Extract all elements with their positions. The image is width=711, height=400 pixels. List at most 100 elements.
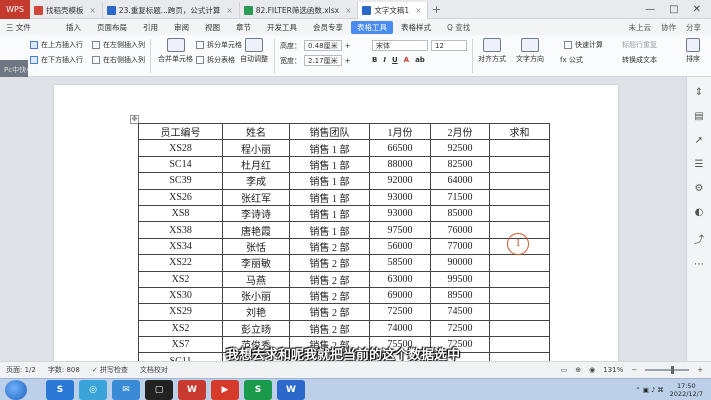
- zoom-out-icon[interactable]: −: [631, 366, 637, 374]
- table-cell[interactable]: 销售 1 部: [289, 204, 370, 223]
- table-cell[interactable]: 72500: [369, 303, 431, 321]
- document-tab[interactable]: 找稻壳模板 ×: [30, 1, 103, 19]
- convert-text-button[interactable]: 转换成文本: [622, 55, 657, 65]
- proofread-button[interactable]: 文档校对: [140, 365, 168, 375]
- table-cell[interactable]: XS2: [138, 319, 223, 338]
- table-cell[interactable]: 张红军: [222, 188, 290, 206]
- table-cell[interactable]: 销售 1 部: [289, 155, 370, 174]
- table-cell[interactable]: 90000: [430, 254, 490, 272]
- start-button-icon[interactable]: [5, 379, 27, 400]
- insert-col-left-button[interactable]: 在左侧插入列: [92, 40, 145, 50]
- table-cell[interactable]: 彭立旸: [222, 319, 290, 338]
- table-cell[interactable]: 销售 2 部: [289, 254, 370, 272]
- document-tab[interactable]: 文字文稿1 ×: [358, 1, 429, 19]
- plus-icon[interactable]: +: [345, 42, 351, 50]
- table-cell[interactable]: 销售 2 部: [289, 286, 370, 305]
- document-tab[interactable]: 23.重复标题...跨页，公式计算 ×: [103, 1, 240, 19]
- table-cell[interactable]: 李成: [222, 172, 290, 190]
- table-cell[interactable]: [489, 188, 550, 206]
- text-direction-button[interactable]: 文字方向: [516, 38, 544, 64]
- table-cell[interactable]: 销售 1 部: [289, 188, 370, 206]
- table-cell[interactable]: [489, 155, 550, 174]
- italic-icon[interactable]: I: [383, 56, 386, 64]
- table-cell[interactable]: 82500: [430, 155, 490, 174]
- insert-row-above-button[interactable]: 在上方插入行: [30, 40, 83, 50]
- table-cell[interactable]: [489, 270, 550, 288]
- table-cell[interactable]: 李丽敏: [222, 254, 290, 272]
- split-cells-button[interactable]: 拆分单元格: [196, 40, 242, 50]
- repeat-header-button[interactable]: 标题行重复: [622, 40, 657, 50]
- menu-item[interactable]: 开发工具: [259, 22, 305, 33]
- column-header[interactable]: 员工编号: [138, 122, 223, 141]
- merge-cells-button[interactable]: 合并单元格: [158, 38, 193, 64]
- document-tab[interactable]: 82.FILTER筛选函数.xlsx ×: [240, 1, 359, 19]
- table-cell[interactable]: 销售 2 部: [289, 237, 370, 256]
- more-icon[interactable]: ⋯: [694, 259, 704, 270]
- zoom-slider-thumb[interactable]: [671, 366, 675, 374]
- data-table[interactable]: 员工编号 姓名 销售团队 1月份 2月份 求和 XS28 程小丽 销售 1 部 665…: [138, 122, 550, 378]
- menu-item[interactable]: 引用: [135, 22, 166, 33]
- table-cell[interactable]: XS22: [138, 254, 223, 272]
- web-view-icon[interactable]: ⊕: [575, 366, 581, 374]
- document-page[interactable]: ✥ 员工编号 姓名 销售团队 1月份 2月份 求和 XS28 程小丽 销售 1 部6…: [54, 85, 618, 378]
- file-menu[interactable]: 三 文件: [0, 22, 58, 33]
- table-cell[interactable]: 64000: [430, 172, 490, 190]
- table-cell[interactable]: 张小丽: [222, 286, 290, 305]
- table-cell[interactable]: 刘艳: [222, 303, 290, 321]
- wps-logo[interactable]: WPS: [0, 0, 30, 19]
- table-cell[interactable]: 74500: [430, 303, 490, 321]
- table-cell[interactable]: [489, 172, 550, 190]
- taskbar-app-icon[interactable]: ✉: [112, 379, 140, 400]
- table-cell[interactable]: 88000: [369, 155, 431, 174]
- menu-item[interactable]: 页面布局: [89, 22, 135, 33]
- table-cell[interactable]: 销售 1 部: [289, 221, 370, 239]
- menu-item[interactable]: 插入: [58, 22, 89, 33]
- sort-button[interactable]: 排序: [686, 38, 700, 64]
- taskbar-app-icon[interactable]: W: [277, 379, 305, 400]
- column-header[interactable]: 求和: [489, 122, 550, 141]
- autofit-button[interactable]: 自动调整: [240, 38, 268, 64]
- plus-icon[interactable]: +: [345, 57, 351, 65]
- menu-item[interactable]: 会员专享: [305, 22, 351, 33]
- page-indicator[interactable]: 页面: 1/2: [6, 365, 36, 375]
- table-cell[interactable]: 99500: [430, 270, 490, 288]
- table-cell[interactable]: [489, 286, 550, 305]
- font-size-select[interactable]: 12: [431, 40, 467, 51]
- row-height-input[interactable]: 0.48厘米: [304, 40, 342, 51]
- tab-table-tool[interactable]: 表格工具: [351, 20, 393, 34]
- table-cell[interactable]: 92500: [430, 139, 490, 157]
- menu-item[interactable]: 章节: [228, 22, 259, 33]
- properties-icon[interactable]: ☰: [695, 159, 704, 170]
- column-header[interactable]: 销售团队: [289, 122, 370, 141]
- table-cell[interactable]: 张恬: [222, 237, 290, 256]
- table-cell[interactable]: 93000: [369, 204, 431, 223]
- cloud-status[interactable]: 未上云: [629, 22, 652, 33]
- taskbar-app-icon[interactable]: W: [178, 379, 206, 400]
- table-cell[interactable]: 李诗诗: [222, 204, 290, 223]
- taskbar-app-icon[interactable]: ▢: [145, 379, 173, 400]
- table-cell[interactable]: XS28: [138, 139, 223, 157]
- taskbar-app-icon[interactable]: ▶: [211, 379, 239, 400]
- document-area[interactable]: ✥ 员工编号 姓名 销售团队 1月份 2月份 求和 XS28 程小丽 销售 1 部6…: [0, 77, 686, 378]
- table-cell[interactable]: XS34: [138, 237, 223, 256]
- align-button[interactable]: 对齐方式: [478, 38, 506, 64]
- table-cell[interactable]: 85000: [430, 204, 490, 223]
- table-cell[interactable]: XS38: [138, 221, 223, 239]
- table-cell[interactable]: 58500: [369, 254, 431, 272]
- table-cell[interactable]: [489, 319, 550, 338]
- table-cell[interactable]: 71500: [430, 188, 490, 206]
- table-cell[interactable]: 唐艳霞: [222, 221, 290, 239]
- spell-check[interactable]: ✓ 拼写检查: [92, 365, 128, 375]
- table-cell[interactable]: 89500: [430, 286, 490, 305]
- view-mode-icon[interactable]: ▭: [561, 366, 568, 374]
- close-tab-icon[interactable]: ×: [226, 6, 232, 15]
- table-cell[interactable]: 74000: [369, 319, 431, 338]
- table-cell[interactable]: 销售 2 部: [289, 319, 370, 338]
- table-cell[interactable]: 销售 2 部: [289, 303, 370, 321]
- table-cell[interactable]: 92000: [369, 172, 431, 190]
- word-count[interactable]: 字数: 808: [48, 365, 80, 375]
- table-cell[interactable]: 97500: [369, 221, 431, 239]
- underline-icon[interactable]: U: [392, 56, 398, 64]
- insert-row-below-button[interactable]: 在下方插入行: [30, 55, 83, 65]
- col-width-input[interactable]: 2.17厘米: [304, 55, 342, 66]
